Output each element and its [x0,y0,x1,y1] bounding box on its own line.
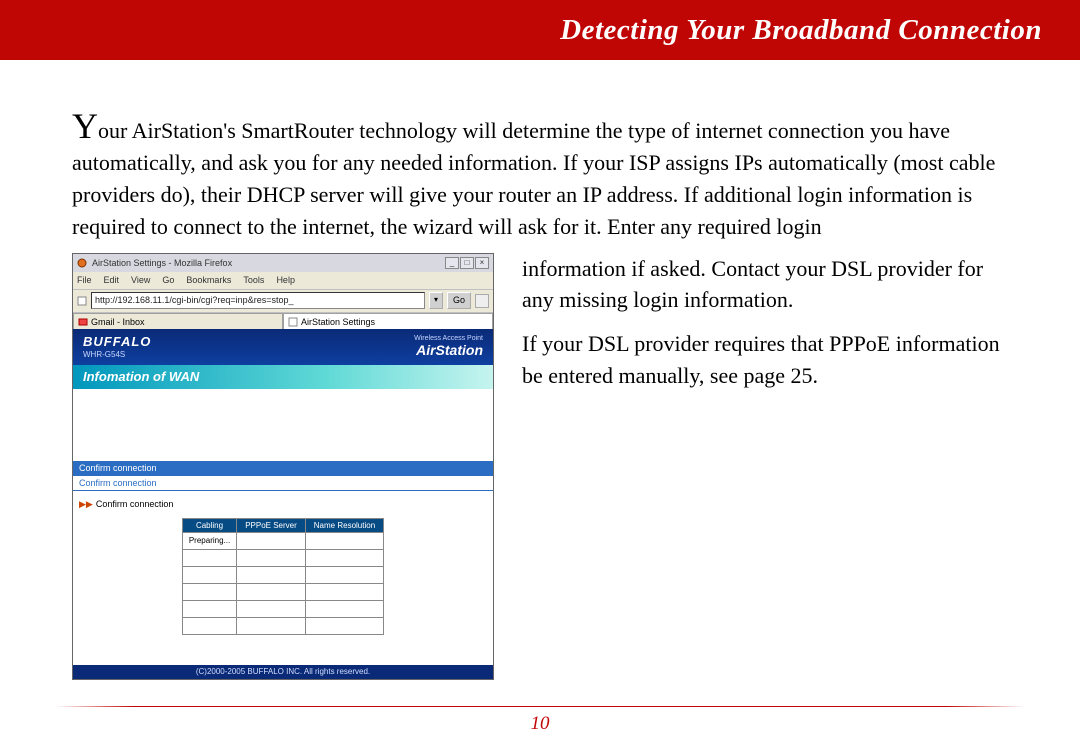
confirm-header: Confirm connection [73,461,493,476]
window-titlebar: AirStation Settings - Mozilla Firefox _□… [73,254,493,272]
tab-gmail-label: Gmail - Inbox [91,317,145,327]
window-title-label: AirStation Settings - Mozilla Firefox [92,258,232,268]
th-cabling: Cabling [182,518,236,532]
table-row [182,600,383,617]
brand-bar: BUFFALO WHR-G54S Wireless Access Point A… [73,329,493,365]
menu-help[interactable]: Help [276,275,295,285]
window-title-text: AirStation Settings - Mozilla Firefox [77,258,232,268]
menu-bookmarks[interactable]: Bookmarks [186,275,231,285]
model-name: WHR-G54S [83,350,151,359]
brand-name: BUFFALO [83,334,151,349]
product-name: AirStation [414,342,483,358]
window-buttons: _□× [444,257,489,269]
page-footer: 10 [0,706,1080,735]
paragraph-1-text: our AirStation's SmartRouter technology … [72,118,995,239]
page-icon [77,296,87,306]
url-dropdown-icon[interactable]: ▾ [429,292,443,309]
section-title: Infomation of WAN [73,365,493,389]
table-row: Preparing... [182,532,383,549]
menu-file[interactable]: File [77,275,92,285]
page-number: 10 [0,713,1080,735]
address-bar: http://192.168.11.1/cgi-bin/cgi?req=inp&… [73,290,493,313]
page-content: BUFFALO WHR-G54S Wireless Access Point A… [73,329,493,679]
arrow-icon: ▶▶ [79,499,93,509]
table-row [182,617,383,634]
menu-view[interactable]: View [131,275,150,285]
go-button-label: Go [453,295,465,305]
minimize-icon[interactable]: _ [445,257,459,269]
manual-page: Detecting Your Broadband Connection Your… [0,0,1080,747]
dropcap: Y [72,106,98,146]
paragraph-2: information if asked. Contact your DSL p… [522,253,1020,317]
status-table: Cabling PPPoE Server Name Resolution Pre… [182,518,384,635]
th-name-res: Name Resolution [305,518,383,532]
page-icon [288,317,298,327]
th-pppoe: PPPoE Server [237,518,306,532]
browser-menubar: File Edit View Go Bookmarks Tools Help [73,272,493,290]
firefox-icon [77,258,87,268]
tab-airstation-label: AirStation Settings [301,317,375,327]
url-input[interactable]: http://192.168.11.1/cgi-bin/cgi?req=inp&… [91,292,425,309]
paragraph-1: Your AirStation's SmartRouter technology… [72,108,1020,243]
page-header: Detecting Your Broadband Connection [0,0,1080,60]
table-row [182,549,383,566]
search-icon[interactable] [475,294,489,308]
td-cabling: Preparing... [182,532,236,549]
right-column: information if asked. Contact your DSL p… [522,253,1020,680]
menu-go[interactable]: Go [162,275,174,285]
footer-rule [56,706,1024,707]
browser-screenshot: AirStation Settings - Mozilla Firefox _□… [72,253,494,680]
menu-edit[interactable]: Edit [104,275,120,285]
td-name-res [305,532,383,549]
wap-label: Wireless Access Point [414,335,483,342]
mid-row: AirStation Settings - Mozilla Firefox _□… [72,253,1020,680]
table-row [182,583,383,600]
confirm-sub: Confirm connection [73,476,493,491]
maximize-icon[interactable]: □ [460,257,474,269]
mail-icon [78,317,88,327]
table-row [182,566,383,583]
close-icon[interactable]: × [475,257,489,269]
page-title: Detecting Your Broadband Connection [560,14,1042,47]
go-button[interactable]: Go [447,292,471,309]
confirm-line: Confirm connection [96,499,174,509]
td-pppoe [237,532,306,549]
confirm-body: ▶▶Confirm connection Cabling PPPoE Serve… [73,491,493,643]
menu-tools[interactable]: Tools [243,275,264,285]
paragraph-3: If your DSL provider requires that PPPoE… [522,328,1020,392]
blank-area [73,389,493,461]
page-body: Your AirStation's SmartRouter technology… [0,60,1080,680]
copyright-bar: (C)2000-2005 BUFFALO INC. All rights res… [73,665,493,679]
